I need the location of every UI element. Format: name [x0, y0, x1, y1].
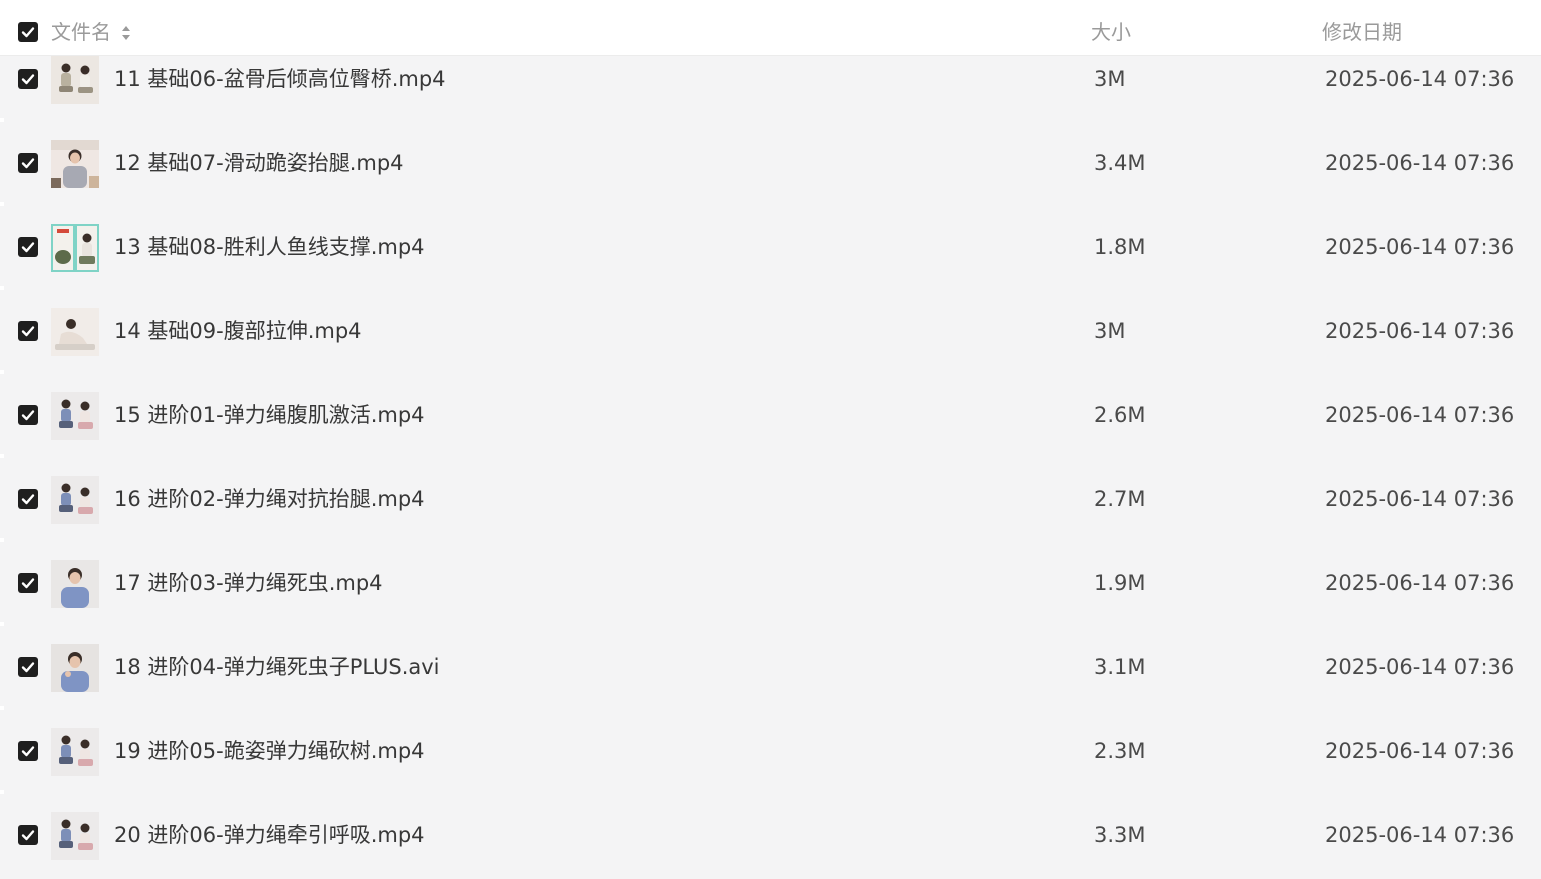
row-checkbox[interactable] [18, 321, 38, 341]
column-header-modified[interactable]: 修改日期 [1322, 19, 1402, 45]
row-checkbox[interactable] [18, 825, 38, 845]
file-size: 3.4M [1094, 151, 1146, 175]
table-row[interactable]: 14 基础09-腹部拉伸.mp4 3M 2025-06-14 07:36 [0, 308, 1541, 392]
video-thumbnail[interactable] [51, 728, 99, 776]
table-row[interactable]: 13 基础08-胜利人鱼线支撑.mp4 1.8M 2025-06-14 07:3… [0, 224, 1541, 308]
file-name[interactable]: 16 进阶02-弹力绳对抗抬腿.mp4 [114, 485, 425, 513]
row-checkbox[interactable] [18, 237, 38, 257]
check-icon [21, 27, 35, 38]
table-row[interactable]: 18 进阶04-弹力绳死虫子PLUS.avi 3.1M 2025-06-14 0… [0, 644, 1541, 728]
file-name[interactable]: 20 进阶06-弹力绳牵引呼吸.mp4 [114, 821, 425, 849]
row-checkbox[interactable] [18, 69, 38, 89]
row-checkbox[interactable] [18, 405, 38, 425]
file-name[interactable]: 13 基础08-胜利人鱼线支撑.mp4 [114, 233, 425, 261]
table-row[interactable]: 12 基础07-滑动跪姿抬腿.mp4 3.4M 2025-06-14 07:36 [0, 140, 1541, 224]
table-row[interactable]: 17 进阶03-弹力绳死虫.mp4 1.9M 2025-06-14 07:36 [0, 560, 1541, 644]
check-icon [21, 662, 35, 673]
check-icon [21, 830, 35, 841]
file-modified-date: 2025-06-14 07:36 [1325, 235, 1515, 259]
row-checkbox[interactable] [18, 489, 38, 509]
check-icon [21, 746, 35, 757]
check-icon [21, 242, 35, 253]
table-row[interactable]: 11 基础06-盆骨后倾高位臀桥.mp4 3M 2025-06-14 07:36 [0, 56, 1541, 140]
file-modified-date: 2025-06-14 07:36 [1325, 739, 1515, 763]
file-modified-date: 2025-06-14 07:36 [1325, 487, 1515, 511]
row-marker [0, 202, 4, 206]
file-modified-date: 2025-06-14 07:36 [1325, 67, 1515, 91]
video-thumbnail[interactable] [51, 56, 99, 104]
file-size: 3.3M [1094, 823, 1146, 847]
row-marker [0, 622, 4, 626]
check-icon [21, 578, 35, 589]
row-marker [0, 706, 4, 710]
row-checkbox[interactable] [18, 741, 38, 761]
row-checkbox[interactable] [18, 573, 38, 593]
check-icon [21, 410, 35, 421]
column-header-size[interactable]: 大小 [1091, 19, 1131, 45]
check-icon [21, 158, 35, 169]
video-thumbnail[interactable] [51, 392, 99, 440]
video-thumbnail[interactable] [51, 644, 99, 692]
table-header: 文件名 大小 修改日期 [0, 0, 1541, 56]
file-size: 3M [1094, 319, 1126, 343]
file-modified-date: 2025-06-14 07:36 [1325, 151, 1515, 175]
row-marker [0, 370, 4, 374]
file-name[interactable]: 18 进阶04-弹力绳死虫子PLUS.avi [114, 653, 440, 681]
row-marker [0, 286, 4, 290]
video-thumbnail[interactable] [51, 224, 99, 272]
file-size: 3M [1094, 67, 1126, 91]
row-checkbox[interactable] [18, 657, 38, 677]
video-thumbnail[interactable] [51, 812, 99, 860]
row-marker [0, 790, 4, 794]
file-size: 1.8M [1094, 235, 1146, 259]
row-marker [0, 538, 4, 542]
video-thumbnail[interactable] [51, 476, 99, 524]
file-modified-date: 2025-06-14 07:36 [1325, 823, 1515, 847]
file-name[interactable]: 17 进阶03-弹力绳死虫.mp4 [114, 569, 383, 597]
file-size: 2.6M [1094, 403, 1146, 427]
file-name[interactable]: 12 基础07-滑动跪姿抬腿.mp4 [114, 149, 404, 177]
file-name[interactable]: 14 基础09-腹部拉伸.mp4 [114, 317, 362, 345]
file-name[interactable]: 19 进阶05-跪姿弹力绳砍树.mp4 [114, 737, 425, 765]
column-header-name[interactable]: 文件名 [51, 19, 111, 45]
check-icon [21, 494, 35, 505]
video-thumbnail[interactable] [51, 560, 99, 608]
table-row[interactable]: 19 进阶05-跪姿弹力绳砍树.mp4 2.3M 2025-06-14 07:3… [0, 728, 1541, 812]
row-checkbox[interactable] [18, 153, 38, 173]
file-list-table: 文件名 大小 修改日期 11 基础06-盆骨后倾高位臀桥.mp4 3M 2025… [0, 0, 1541, 879]
table-row[interactable]: 15 进阶01-弹力绳腹肌激活.mp4 2.6M 2025-06-14 07:3… [0, 392, 1541, 476]
sort-icon[interactable] [120, 24, 132, 42]
file-name[interactable]: 11 基础06-盆骨后倾高位臀桥.mp4 [114, 65, 446, 93]
file-modified-date: 2025-06-14 07:36 [1325, 403, 1515, 427]
video-thumbnail[interactable] [51, 140, 99, 188]
file-size: 2.7M [1094, 487, 1146, 511]
check-icon [21, 326, 35, 337]
file-size: 2.3M [1094, 739, 1146, 763]
row-marker [0, 118, 4, 122]
check-icon [21, 74, 35, 85]
video-thumbnail[interactable] [51, 308, 99, 356]
file-name[interactable]: 15 进阶01-弹力绳腹肌激活.mp4 [114, 401, 425, 429]
file-modified-date: 2025-06-14 07:36 [1325, 319, 1515, 343]
table-row[interactable]: 20 进阶06-弹力绳牵引呼吸.mp4 3.3M 2025-06-14 07:3… [0, 812, 1541, 879]
select-all-checkbox[interactable] [18, 22, 38, 42]
file-modified-date: 2025-06-14 07:36 [1325, 655, 1515, 679]
file-size: 3.1M [1094, 655, 1146, 679]
row-marker [0, 454, 4, 458]
table-row[interactable]: 16 进阶02-弹力绳对抗抬腿.mp4 2.7M 2025-06-14 07:3… [0, 476, 1541, 560]
file-size: 1.9M [1094, 571, 1146, 595]
file-modified-date: 2025-06-14 07:36 [1325, 571, 1515, 595]
